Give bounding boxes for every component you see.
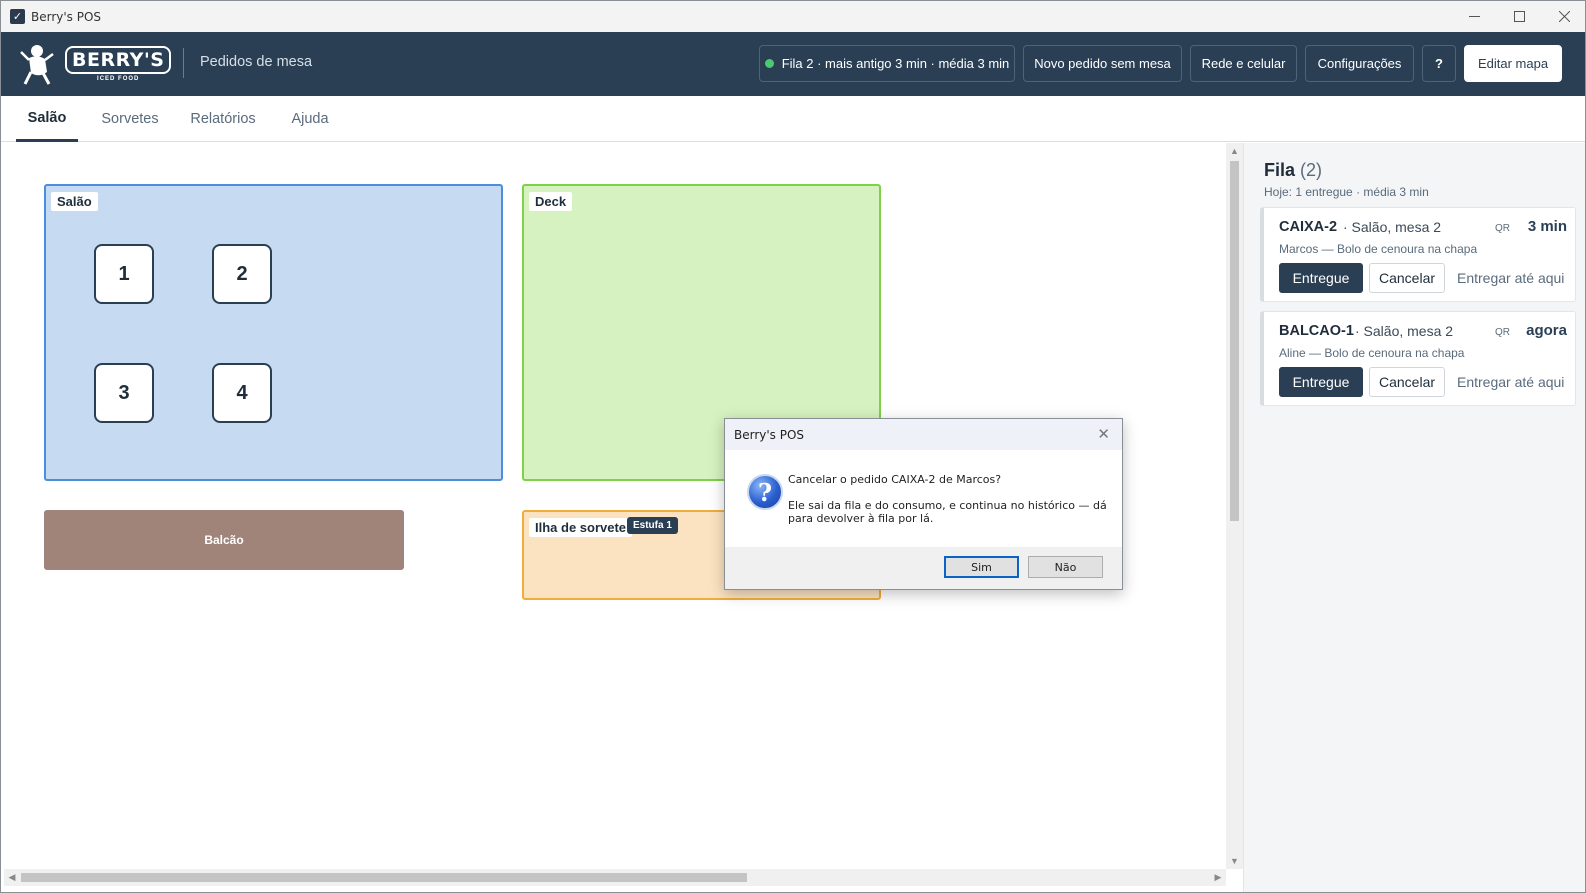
app-header: BERRY'S ICED FOOD Pedidos de mesa Fila 2… — [1, 32, 1585, 96]
dialog-close-icon[interactable]: ✕ — [1097, 425, 1110, 443]
tab-salao[interactable]: Salão — [16, 96, 78, 142]
order-card[interactable]: BALCAO-1 · Salão, mesa 2 QR agora Aline … — [1260, 311, 1576, 406]
queue-count: (2) — [1300, 160, 1323, 180]
main-tabs: Salão Sorvetes Relatórios Ajuda — [1, 96, 1585, 142]
queue-title-text: Fila — [1264, 160, 1296, 180]
zone-balcao[interactable]: Balcão — [44, 510, 404, 570]
page-title: Pedidos de mesa — [200, 54, 313, 70]
header-divider — [183, 48, 184, 78]
app-icon: ✓ — [10, 9, 25, 24]
tab-relatorios[interactable]: Relatórios — [183, 96, 263, 142]
window-titlebar: ✓ Berry's POS — [1, 1, 1585, 32]
cancel-confirmation-dialog: Berry's POS ✕ ? Cancelar o pedido CAIXA-… — [724, 418, 1123, 590]
help-button[interactable]: ? — [1422, 45, 1456, 82]
maximize-icon[interactable] — [1497, 1, 1542, 32]
order-place: · Salão, mesa 2 — [1355, 323, 1454, 339]
order-code: BALCAO-1 — [1279, 323, 1354, 339]
scroll-left-icon[interactable]: ◀ — [4, 869, 20, 886]
cancel-order-button[interactable]: Cancelar — [1369, 367, 1445, 397]
table-3[interactable]: 3 — [94, 363, 154, 423]
vertical-scroll-thumb[interactable] — [1230, 161, 1239, 521]
table-4[interactable]: 4 — [212, 363, 272, 423]
table-1[interactable]: 1 — [94, 244, 154, 304]
order-time: 3 min — [1527, 218, 1567, 235]
dialog-footer: Sim Não — [725, 547, 1122, 589]
order-source: QR — [1495, 223, 1510, 234]
scroll-down-icon[interactable]: ▼ — [1226, 853, 1243, 869]
dialog-message: Ele sai da fila e do consumo, e continua… — [788, 499, 1107, 525]
cancel-order-button[interactable]: Cancelar — [1369, 263, 1445, 293]
window-title: Berry's POS — [31, 9, 102, 24]
zone-label: Salão — [51, 192, 98, 211]
yes-button[interactable]: Sim — [944, 556, 1019, 578]
horizontal-scrollbar[interactable]: ◀ ▶ — [4, 869, 1226, 886]
estufa-badge[interactable]: Estufa 1 — [627, 517, 678, 534]
queue-panel: Fila (2) Hoje: 1 entregue · média 3 min … — [1243, 143, 1585, 892]
dialog-title: Berry's POS — [734, 428, 805, 442]
order-source: QR — [1495, 327, 1510, 338]
logo-text: BERRY'S — [65, 46, 172, 74]
order-details: Marcos — Bolo de cenoura na chapa — [1279, 242, 1478, 256]
window-controls — [1452, 1, 1585, 32]
app-window: ✓ Berry's POS BERRY'S ICED FOOD Pedidos … — [0, 0, 1586, 893]
scroll-right-icon[interactable]: ▶ — [1210, 869, 1226, 886]
order-time: agora — [1526, 322, 1567, 339]
network-button[interactable]: Rede e celular — [1190, 45, 1297, 82]
queue-status-label: Fila 2 · mais antigo 3 min · média 3 min — [781, 56, 1010, 71]
dialog-titlebar: Berry's POS ✕ — [725, 419, 1122, 450]
tab-sorvetes[interactable]: Sorvetes — [89, 96, 171, 142]
order-place: · Salão, mesa 2 — [1343, 219, 1442, 235]
order-card[interactable]: CAIXA-2 · Salão, mesa 2 QR 3 min Marcos … — [1260, 207, 1576, 302]
question-icon: ? — [747, 474, 783, 510]
dialog-question: Cancelar o pedido CAIXA-2 de Marcos? — [788, 473, 1002, 486]
vertical-scrollbar[interactable]: ▲ ▼ — [1226, 143, 1243, 869]
order-details: Aline — Bolo de cenoura na chapa — [1279, 346, 1465, 360]
queue-title: Fila (2) — [1264, 160, 1322, 181]
scroll-up-icon[interactable]: ▲ — [1226, 143, 1243, 159]
queue-status-button[interactable]: Fila 2 · mais antigo 3 min · média 3 min — [759, 45, 1015, 82]
no-button[interactable]: Não — [1028, 556, 1103, 578]
mascot-icon — [20, 45, 54, 85]
order-code: CAIXA-2 — [1279, 219, 1338, 235]
deliver-button[interactable]: Entregue — [1279, 367, 1363, 397]
zone-salao[interactable]: Salão 1 2 3 4 — [44, 184, 503, 481]
logo-subtext: ICED FOOD — [97, 76, 140, 82]
tab-ajuda[interactable]: Ajuda — [284, 96, 336, 142]
deliver-until-here-button[interactable]: Entregar até aqui — [1457, 374, 1564, 390]
brand-wordmark: BERRY'S ICED FOOD — [65, 46, 172, 82]
status-dot-icon — [764, 59, 774, 68]
close-icon[interactable] — [1542, 1, 1585, 32]
new-order-button[interactable]: Novo pedido sem mesa — [1023, 45, 1182, 82]
zone-label: Ilha de sorvete — [529, 518, 633, 537]
settings-button[interactable]: Configurações — [1305, 45, 1414, 82]
table-2[interactable]: 2 — [212, 244, 272, 304]
queue-summary: Hoje: 1 entregue · média 3 min — [1264, 185, 1429, 199]
deliver-until-here-button[interactable]: Entregar até aqui — [1457, 270, 1564, 286]
zone-label: Deck — [529, 192, 573, 211]
brand-logo: BERRY'S ICED FOOD — [17, 41, 172, 87]
edit-map-button[interactable]: Editar mapa — [1464, 45, 1562, 82]
deliver-button[interactable]: Entregue — [1279, 263, 1363, 293]
minimize-icon[interactable] — [1452, 1, 1497, 32]
horizontal-scroll-thumb[interactable] — [21, 873, 747, 882]
